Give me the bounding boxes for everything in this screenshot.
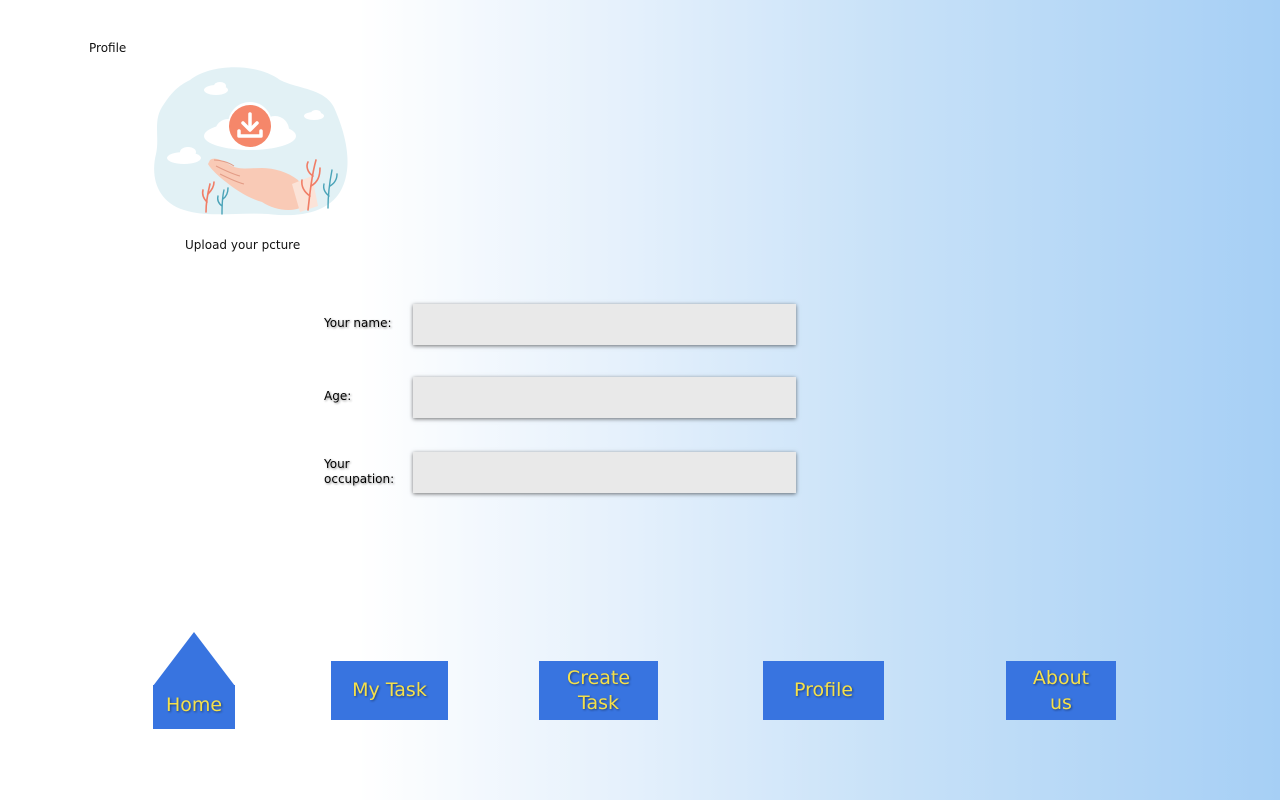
about-us-button-label: About us (1032, 666, 1090, 714)
upload-cloud-hand-illustration (154, 67, 348, 216)
home-button[interactable]: Home (153, 632, 235, 729)
my-task-button-label: My Task (352, 679, 427, 701)
upload-picture-button[interactable] (150, 62, 352, 220)
upload-picture-caption: Upload your pcture (185, 238, 301, 252)
home-button-label: Home (165, 694, 223, 716)
my-task-button[interactable]: My Task (331, 661, 448, 720)
profile-button-label: Profile (793, 679, 854, 701)
about-us-button[interactable]: About us (1006, 661, 1116, 720)
create-task-button[interactable]: Create Task (539, 661, 658, 720)
page-title: Profile (89, 41, 127, 55)
name-input[interactable] (413, 304, 796, 345)
name-label: Your name: (324, 316, 392, 330)
age-input[interactable] (413, 377, 796, 418)
home-icon (153, 632, 235, 686)
occupation-input[interactable] (413, 452, 796, 493)
profile-button[interactable]: Profile (763, 661, 884, 720)
occupation-label: Your occupation: (324, 457, 395, 486)
age-label: Age: (324, 389, 352, 403)
create-task-button-label: Create Task (566, 666, 631, 714)
